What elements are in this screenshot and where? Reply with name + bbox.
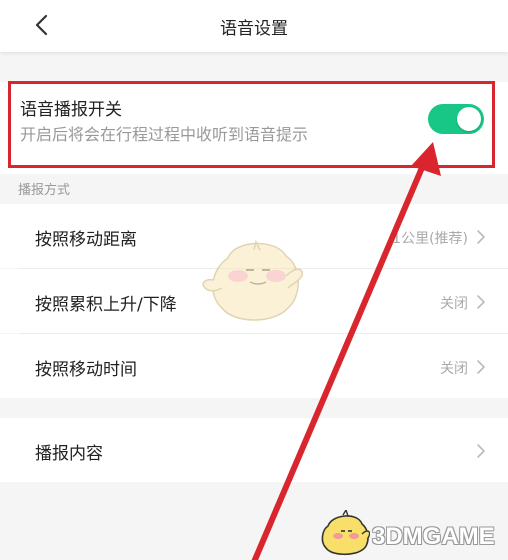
mascot-watermark-icon	[202, 239, 304, 321]
chevron-right-icon	[477, 360, 485, 374]
row-broadcast-content[interactable]: 播报内容	[0, 418, 508, 482]
row-value: 关闭	[440, 296, 468, 312]
watermark-logo: 3DMGAME	[318, 508, 503, 558]
section-label: 播报方式	[18, 183, 71, 198]
row-value: 关闭	[440, 361, 468, 377]
row-value: 1公里(推荐)	[392, 231, 468, 247]
row-label: 播报内容	[35, 444, 103, 464]
voice-broadcast-switch[interactable]	[428, 104, 484, 134]
row-label: 按照移动时间	[35, 360, 137, 380]
top-bar: 语音设置	[0, 0, 508, 52]
voice-broadcast-toggle-card: 语音播报开关 开启后将会在行程过程中收听到语音提示	[0, 82, 508, 174]
switch-knob	[457, 107, 481, 131]
chevron-right-icon	[477, 295, 485, 309]
row-label: 按照移动距离	[35, 230, 137, 250]
row-time[interactable]: 按照移动时间 关闭	[0, 334, 508, 398]
page-title: 语音设置	[220, 19, 288, 39]
watermark-mascot-icon	[321, 510, 370, 556]
chevron-right-icon	[477, 230, 485, 244]
toggle-description: 开启后将会在行程过程中收听到语音提示	[20, 125, 309, 144]
watermark-text: 3DMGAME	[372, 523, 495, 550]
toggle-title: 语音播报开关	[20, 100, 122, 120]
chevron-right-icon	[477, 444, 485, 458]
row-label: 按照累积上升/下降	[35, 295, 177, 315]
